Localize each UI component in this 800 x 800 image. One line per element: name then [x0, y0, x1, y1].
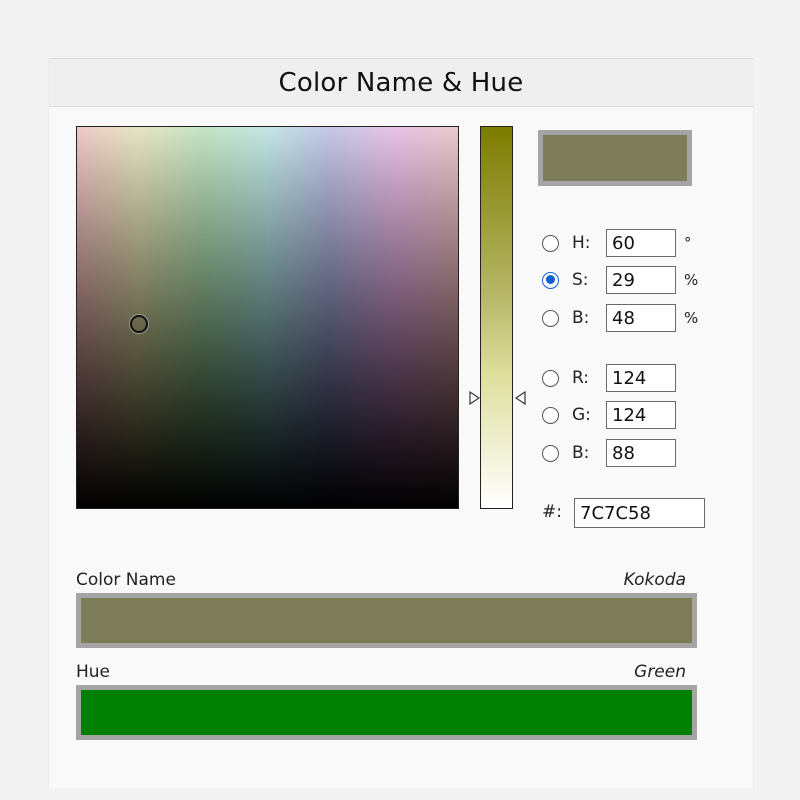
hue-field-row: H: 60 ° — [542, 228, 696, 258]
hue-name-label: Hue — [76, 662, 111, 682]
hue-name-value: Green — [634, 662, 686, 682]
red-field-row: R: 124 — [542, 363, 676, 393]
degree-unit: ° — [684, 234, 692, 252]
hue-label: H: — [572, 233, 591, 253]
brightness-slider[interactable] — [480, 126, 513, 509]
panel-title: Color Name & Hue — [49, 58, 753, 107]
green-field-row: G: 124 — [542, 400, 676, 430]
hex-input[interactable]: 7C7C58 — [574, 498, 705, 528]
hex-label: #: — [542, 502, 562, 522]
green-label: G: — [572, 405, 591, 425]
current-color-preview — [538, 130, 692, 186]
green-radio[interactable] — [542, 406, 559, 424]
percent-unit: % — [684, 309, 699, 327]
color-name-swatch — [76, 593, 697, 648]
brightness-label: B: — [572, 308, 590, 328]
saturation-label: S: — [572, 270, 589, 290]
panel-title-text: Color Name & Hue — [278, 67, 524, 98]
hue-swatch — [76, 685, 697, 740]
brightness-field-row: B: 48 % — [542, 303, 699, 333]
red-radio[interactable] — [542, 369, 559, 387]
red-label: R: — [572, 368, 590, 388]
saturation-radio[interactable] — [542, 271, 559, 289]
percent-unit: % — [684, 271, 699, 289]
green-input[interactable]: 124 — [606, 401, 676, 429]
hue-input[interactable]: 60 — [606, 229, 676, 257]
slider-left-arrow-icon[interactable] — [515, 391, 526, 405]
page: Color Name & Hue H: 60 ° S: 29 % B: 48 %… — [0, 0, 800, 800]
blue-input[interactable]: 88 — [606, 439, 676, 467]
blue-radio[interactable] — [542, 444, 559, 462]
blue-label: B: — [572, 443, 590, 463]
color-selector-circle[interactable] — [130, 315, 148, 333]
brightness-radio[interactable] — [542, 309, 559, 327]
red-input[interactable]: 124 — [606, 364, 676, 392]
brightness-input[interactable]: 48 — [606, 304, 676, 332]
color-picker-panel: Color Name & Hue H: 60 ° S: 29 % B: 48 %… — [48, 58, 754, 788]
slider-right-arrow-icon[interactable] — [469, 391, 480, 405]
blue-field-row: B: 88 — [542, 438, 676, 468]
saturation-field-row: S: 29 % — [542, 265, 699, 295]
saturation-brightness-field[interactable] — [76, 126, 459, 509]
saturation-input[interactable]: 29 — [606, 266, 676, 294]
color-name-value: Kokoda — [623, 570, 686, 590]
color-name-label: Color Name — [76, 570, 176, 590]
hue-radio[interactable] — [542, 234, 559, 252]
